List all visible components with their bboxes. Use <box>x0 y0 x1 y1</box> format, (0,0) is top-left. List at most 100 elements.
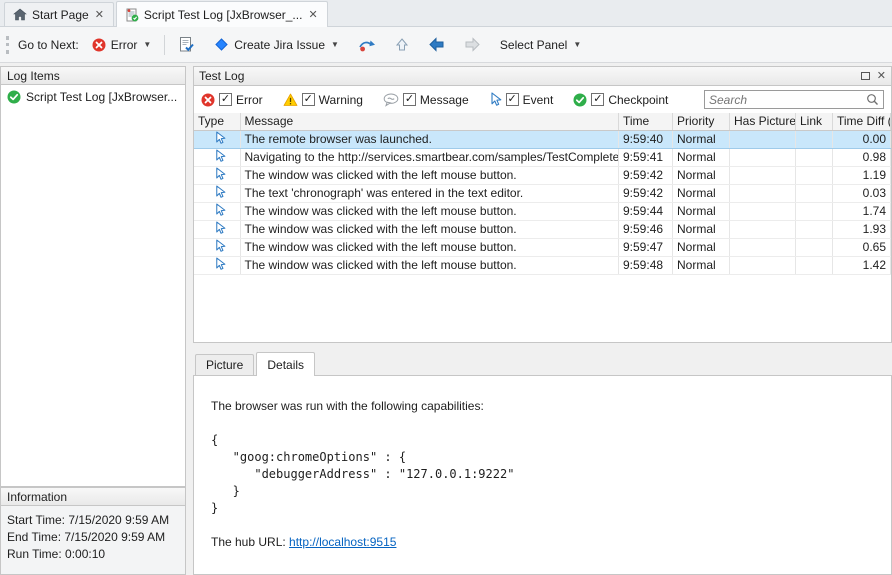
tab-close-icon[interactable]: ✕ <box>94 8 105 21</box>
tree-item-script-test-log[interactable]: Script Test Log [JxBrowser... <box>1 85 185 107</box>
column-header-message[interactable]: Message <box>240 113 619 130</box>
green-check-icon <box>7 90 21 104</box>
table-row[interactable]: The window was clicked with the left mou… <box>194 202 891 220</box>
row-message-cell: The window was clicked with the left mou… <box>240 238 619 256</box>
log-table-empty-area <box>194 275 891 343</box>
column-header-time[interactable]: Time <box>619 113 673 130</box>
jump-to-source-button[interactable] <box>352 33 382 57</box>
row-link-cell <box>796 256 833 274</box>
close-icon[interactable]: ✕ <box>877 71 886 81</box>
checkpoint-checkbox[interactable]: ✓ <box>591 93 604 106</box>
log-table: Type Message Time Priority Has Picture L… <box>194 113 891 275</box>
details-intro: The browser was run with the following c… <box>211 398 881 415</box>
back-arrow-icon <box>428 37 445 52</box>
error-icon <box>92 38 106 52</box>
tab-script-test-log[interactable]: Script Test Log [JxBrowser_... ✕ <box>116 1 328 27</box>
column-header-type[interactable]: Type <box>194 113 240 130</box>
row-time-diff-cell: 0.00 <box>833 130 891 148</box>
row-priority-cell: Normal <box>673 166 730 184</box>
row-type-cell <box>194 166 240 184</box>
column-header-has-picture[interactable]: Has Picture <box>730 113 796 130</box>
tab-picture[interactable]: Picture <box>195 354 254 375</box>
message-checkbox[interactable]: ✓ <box>403 93 416 106</box>
row-link-cell <box>796 220 833 238</box>
details-content: The browser was run with the following c… <box>193 375 892 575</box>
filter-event[interactable]: ✓ Event <box>489 92 554 107</box>
event-checkbox[interactable]: ✓ <box>506 93 519 106</box>
navigate-back-button[interactable] <box>422 33 451 56</box>
row-has-picture-cell <box>730 130 796 148</box>
maximize-icon[interactable] <box>861 72 870 80</box>
log-items-sidebar: Log Items Script Test Log [JxBrowser... … <box>0 66 186 575</box>
filter-error[interactable]: ✓ Error <box>201 93 263 107</box>
row-time-diff-cell: 1.74 <box>833 202 891 220</box>
event-cursor-icon <box>214 185 226 199</box>
event-cursor-icon <box>214 239 226 253</box>
tab-details[interactable]: Details <box>256 352 315 376</box>
table-row[interactable]: The window was clicked with the left mou… <box>194 238 891 256</box>
filter-warning[interactable]: ✓ Warning <box>283 93 363 107</box>
row-link-cell <box>796 184 833 202</box>
chevron-down-icon: ▼ <box>143 40 151 49</box>
row-message-cell: The remote browser was launched. <box>240 130 619 148</box>
column-header-link[interactable]: Link <box>796 113 833 130</box>
table-row[interactable]: The window was clicked with the left mou… <box>194 220 891 238</box>
row-time-diff-cell: 0.65 <box>833 238 891 256</box>
row-message-cell: The window was clicked with the left mou… <box>240 202 619 220</box>
search-input[interactable] <box>709 93 866 107</box>
navigate-forward-button[interactable] <box>458 33 487 56</box>
warning-checkbox[interactable]: ✓ <box>302 93 315 106</box>
row-has-picture-cell <box>730 238 796 256</box>
panel-window-buttons: ✕ <box>861 71 886 81</box>
forward-arrow-icon <box>464 37 481 52</box>
log-filterbar: ✓ Error ✓ Warning ✓ <box>194 86 891 113</box>
row-time-cell: 9:59:46 <box>619 220 673 238</box>
document-check-icon <box>178 36 195 53</box>
event-cursor-icon <box>489 92 502 107</box>
toolbar-grip[interactable] <box>6 36 9 54</box>
column-header-time-diff[interactable]: Time Diff (sec) <box>833 113 891 130</box>
log-table-header-row: Type Message Time Priority Has Picture L… <box>194 113 891 130</box>
event-cursor-icon <box>214 203 226 217</box>
column-header-priority[interactable]: Priority <box>673 113 730 130</box>
row-time-cell: 9:59:41 <box>619 148 673 166</box>
row-time-diff-cell: 0.03 <box>833 184 891 202</box>
information-header: Information <box>0 487 186 506</box>
jump-to-source-icon <box>358 37 376 53</box>
select-panel-button[interactable]: Select Panel ▼ <box>494 34 587 56</box>
filter-checkpoint[interactable]: ✓ Checkpoint <box>573 93 668 107</box>
table-row[interactable]: Navigating to the http://services.smartb… <box>194 148 891 166</box>
table-row[interactable]: The remote browser was launched. 9:59:40… <box>194 130 891 148</box>
up-one-level-button[interactable] <box>389 33 415 56</box>
hub-url-line: The hub URL: http://localhost:9515 <box>211 534 881 551</box>
jira-diamond-icon <box>214 37 229 52</box>
row-time-cell: 9:59:47 <box>619 238 673 256</box>
information-content: Start Time: 7/15/2020 9:59 AMEnd Time: 7… <box>0 506 186 575</box>
create-jira-issue-button[interactable]: Create Jira Issue ▼ <box>208 33 345 56</box>
table-row[interactable]: The text 'chronograph' was entered in th… <box>194 184 891 202</box>
row-time-cell: 9:59:40 <box>619 130 673 148</box>
error-checkbox[interactable]: ✓ <box>219 93 232 106</box>
hub-url-link[interactable]: http://localhost:9515 <box>289 535 396 549</box>
row-type-cell <box>194 130 240 148</box>
row-time-cell: 9:59:48 <box>619 256 673 274</box>
capabilities-code-block: { "goog:chromeOptions" : { "debuggerAddr… <box>211 432 881 517</box>
chevron-down-icon: ▼ <box>573 40 581 49</box>
filter-message[interactable]: ✓ Message <box>383 93 469 107</box>
search-icon[interactable] <box>866 93 879 106</box>
toolbar-separator <box>164 35 165 55</box>
go-to-next-error-dropdown[interactable]: Error ▼ <box>86 34 158 56</box>
test-log-panel: Test Log ✕ ✓ Error <box>193 66 892 343</box>
body-row: Log Items Script Test Log [JxBrowser... … <box>0 63 892 575</box>
table-row[interactable]: The window was clicked with the left mou… <box>194 256 891 274</box>
tab-start-page[interactable]: Start Page ✕ <box>4 2 114 26</box>
tab-label: Script Test Log [JxBrowser_... <box>144 8 303 22</box>
table-row[interactable]: The window was clicked with the left mou… <box>194 166 891 184</box>
document-check-icon-button[interactable] <box>172 32 201 57</box>
row-priority-cell: Normal <box>673 238 730 256</box>
row-priority-cell: Normal <box>673 202 730 220</box>
row-priority-cell: Normal <box>673 220 730 238</box>
tab-close-icon[interactable]: ✕ <box>307 8 318 21</box>
row-message-cell: The window was clicked with the left mou… <box>240 256 619 274</box>
row-link-cell <box>796 166 833 184</box>
